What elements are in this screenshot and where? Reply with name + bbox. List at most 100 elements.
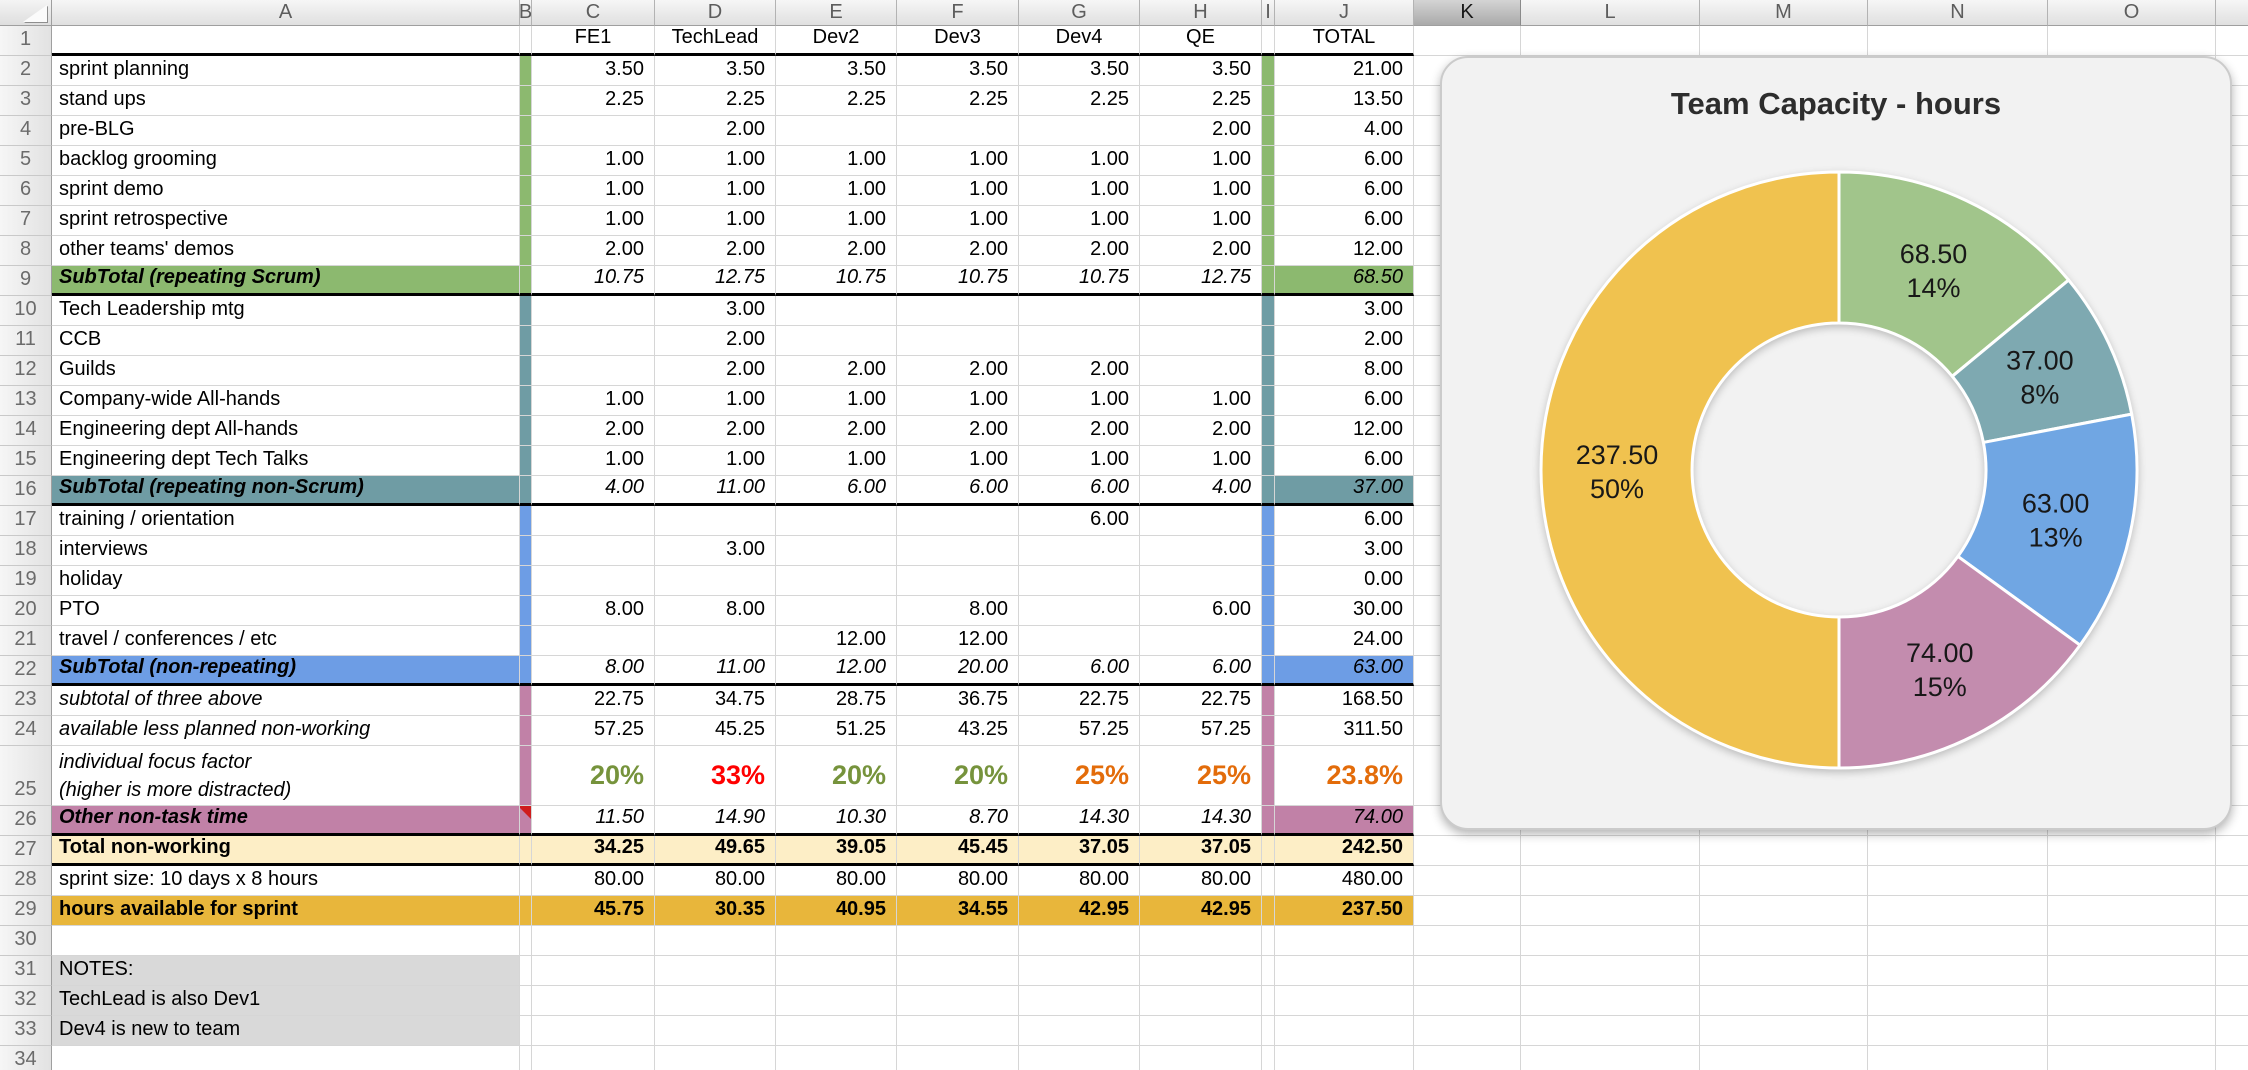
cell-E10[interactable] xyxy=(776,296,897,326)
cell-H6[interactable]: 1.00 xyxy=(1140,176,1262,206)
cell-C7[interactable]: 1.00 xyxy=(532,206,655,236)
cell-O28[interactable] xyxy=(2048,866,2216,896)
cell-E9[interactable]: 10.75 xyxy=(776,266,897,296)
row-header-23[interactable]: 23 xyxy=(0,686,52,716)
cell-E24[interactable]: 51.25 xyxy=(776,716,897,746)
cell-C32[interactable] xyxy=(532,986,655,1016)
column-header-B[interactable]: B xyxy=(520,0,532,26)
cell-I10[interactable] xyxy=(1262,296,1275,326)
cell-P30[interactable] xyxy=(2216,926,2248,956)
row-header-8[interactable]: 8 xyxy=(0,236,52,266)
cell-I11[interactable] xyxy=(1262,326,1275,356)
cell-A28[interactable]: sprint size: 10 days x 8 hours xyxy=(52,866,520,896)
cell-D22[interactable]: 11.00 xyxy=(655,656,776,686)
row-header-17[interactable]: 17 xyxy=(0,506,52,536)
cell-M1[interactable] xyxy=(1700,26,1868,56)
cell-O33[interactable] xyxy=(2048,1016,2216,1046)
cell-F26[interactable]: 8.70 xyxy=(897,806,1019,836)
cell-I1[interactable] xyxy=(1262,26,1275,56)
cell-F4[interactable] xyxy=(897,116,1019,146)
cell-C11[interactable] xyxy=(532,326,655,356)
cell-F33[interactable] xyxy=(897,1016,1019,1046)
cell-K27[interactable] xyxy=(1414,836,1521,866)
cell-A29[interactable]: hours available for sprint xyxy=(52,896,520,926)
cell-I3[interactable] xyxy=(1262,86,1275,116)
row-header-30[interactable]: 30 xyxy=(0,926,52,956)
cell-H23[interactable]: 22.75 xyxy=(1140,686,1262,716)
row-header-12[interactable]: 12 xyxy=(0,356,52,386)
cell-A7[interactable]: sprint retrospective xyxy=(52,206,520,236)
column-header-I[interactable]: I xyxy=(1262,0,1275,26)
row-header-16[interactable]: 16 xyxy=(0,476,52,506)
cell-H19[interactable] xyxy=(1140,566,1262,596)
cell-D29[interactable]: 30.35 xyxy=(655,896,776,926)
cell-H10[interactable] xyxy=(1140,296,1262,326)
column-header-H[interactable]: H xyxy=(1140,0,1262,26)
cell-L27[interactable] xyxy=(1521,836,1700,866)
cell-B8[interactable] xyxy=(520,236,532,266)
cell-I19[interactable] xyxy=(1262,566,1275,596)
select-all-button[interactable] xyxy=(0,0,52,26)
cell-H16[interactable]: 4.00 xyxy=(1140,476,1262,506)
cell-A31[interactable]: NOTES: xyxy=(52,956,520,986)
cell-H29[interactable]: 42.95 xyxy=(1140,896,1262,926)
cell-G13[interactable]: 1.00 xyxy=(1019,386,1140,416)
cell-B11[interactable] xyxy=(520,326,532,356)
cell-C9[interactable]: 10.75 xyxy=(532,266,655,296)
cell-H13[interactable]: 1.00 xyxy=(1140,386,1262,416)
cell-F9[interactable]: 10.75 xyxy=(897,266,1019,296)
cell-A2[interactable]: sprint planning xyxy=(52,56,520,86)
cell-F22[interactable]: 20.00 xyxy=(897,656,1019,686)
cell-E6[interactable]: 1.00 xyxy=(776,176,897,206)
cell-C24[interactable]: 57.25 xyxy=(532,716,655,746)
cell-G26[interactable]: 14.30 xyxy=(1019,806,1140,836)
cell-F25[interactable]: 20% xyxy=(897,746,1019,806)
cell-L29[interactable] xyxy=(1521,896,1700,926)
cell-E28[interactable]: 80.00 xyxy=(776,866,897,896)
cell-A27[interactable]: Total non-working xyxy=(52,836,520,866)
cell-H8[interactable]: 2.00 xyxy=(1140,236,1262,266)
cell-O34[interactable] xyxy=(2048,1046,2216,1070)
cell-O30[interactable] xyxy=(2048,926,2216,956)
cell-C29[interactable]: 45.75 xyxy=(532,896,655,926)
row-header-10[interactable]: 10 xyxy=(0,296,52,326)
cell-H1[interactable]: QE xyxy=(1140,26,1262,56)
cell-P28[interactable] xyxy=(2216,866,2248,896)
cell-H4[interactable]: 2.00 xyxy=(1140,116,1262,146)
cell-I12[interactable] xyxy=(1262,356,1275,386)
cell-I18[interactable] xyxy=(1262,536,1275,566)
cell-J32[interactable] xyxy=(1275,986,1414,1016)
cell-J31[interactable] xyxy=(1275,956,1414,986)
cell-E20[interactable] xyxy=(776,596,897,626)
cell-D24[interactable]: 45.25 xyxy=(655,716,776,746)
cell-N30[interactable] xyxy=(1868,926,2048,956)
cell-D34[interactable] xyxy=(655,1046,776,1070)
cell-P1[interactable] xyxy=(2216,26,2248,56)
cell-B15[interactable] xyxy=(520,446,532,476)
cell-N27[interactable] xyxy=(1868,836,2048,866)
cell-F24[interactable]: 43.25 xyxy=(897,716,1019,746)
cell-F17[interactable] xyxy=(897,506,1019,536)
cell-F15[interactable]: 1.00 xyxy=(897,446,1019,476)
cell-G3[interactable]: 2.25 xyxy=(1019,86,1140,116)
cell-H14[interactable]: 2.00 xyxy=(1140,416,1262,446)
cell-M34[interactable] xyxy=(1700,1046,1868,1070)
cell-F20[interactable]: 8.00 xyxy=(897,596,1019,626)
cell-A30[interactable] xyxy=(52,926,520,956)
cell-H33[interactable] xyxy=(1140,1016,1262,1046)
cell-C16[interactable]: 4.00 xyxy=(532,476,655,506)
cell-F27[interactable]: 45.45 xyxy=(897,836,1019,866)
cell-H17[interactable] xyxy=(1140,506,1262,536)
cell-A25[interactable]: individual focus factor(higher is more d… xyxy=(52,746,520,806)
cell-A13[interactable]: Company-wide All-hands xyxy=(52,386,520,416)
cell-H15[interactable]: 1.00 xyxy=(1140,446,1262,476)
cell-J3[interactable]: 13.50 xyxy=(1275,86,1414,116)
cell-I2[interactable] xyxy=(1262,56,1275,86)
cell-F32[interactable] xyxy=(897,986,1019,1016)
cell-D7[interactable]: 1.00 xyxy=(655,206,776,236)
cell-F29[interactable]: 34.55 xyxy=(897,896,1019,926)
cell-E17[interactable] xyxy=(776,506,897,536)
cell-I25[interactable] xyxy=(1262,746,1275,806)
column-header-D[interactable]: D xyxy=(655,0,776,26)
cell-N31[interactable] xyxy=(1868,956,2048,986)
